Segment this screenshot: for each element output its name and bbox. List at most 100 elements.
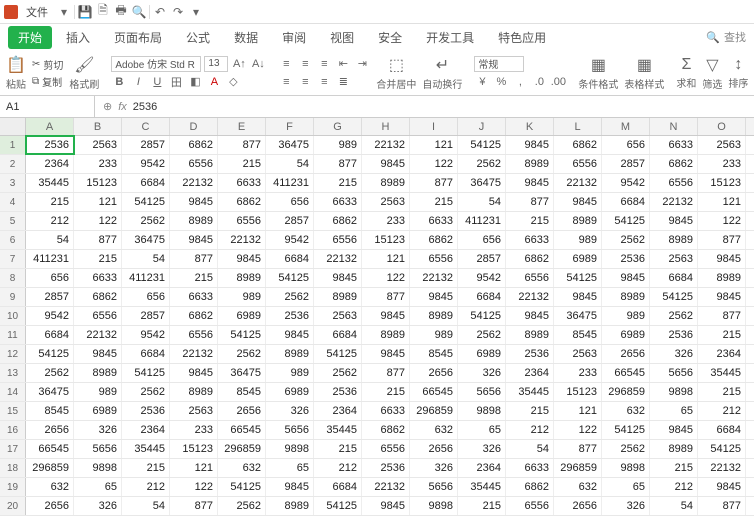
cell[interactable]: 22132 (362, 478, 410, 496)
cell[interactable]: 326 (74, 497, 122, 515)
cell[interactable]: 989 (314, 136, 362, 154)
cell[interactable]: 22132 (506, 288, 554, 306)
cell[interactable]: 8989 (218, 269, 266, 287)
sum-button[interactable]: Σ求和 (676, 56, 696, 90)
cell[interactable]: 215 (74, 250, 122, 268)
cell[interactable]: 2656 (602, 345, 650, 363)
cell[interactable]: 6862 (362, 421, 410, 439)
cell[interactable]: 122 (362, 269, 410, 287)
paste-button[interactable]: 📋粘贴 (6, 55, 26, 91)
cell[interactable]: 2857 (266, 212, 314, 230)
cell[interactable]: 233 (362, 212, 410, 230)
cell[interactable]: 8989 (410, 307, 458, 325)
cell[interactable]: 15123 (74, 174, 122, 192)
cell[interactable]: 9845 (410, 288, 458, 306)
cell[interactable]: 35445 (26, 174, 74, 192)
cell[interactable]: 6862 (170, 307, 218, 325)
cell[interactable]: 6684 (122, 174, 170, 192)
merge-button[interactable]: ⬚合并居中 (376, 55, 416, 91)
cell[interactable]: 9845 (506, 174, 554, 192)
cell[interactable]: 9845 (362, 345, 410, 363)
cell[interactable]: 65 (458, 421, 506, 439)
cell[interactable]: 6556 (170, 326, 218, 344)
cell[interactable]: 54125 (218, 478, 266, 496)
cell[interactable]: 54125 (554, 269, 602, 287)
cell[interactable]: 2536 (314, 383, 362, 401)
cell[interactable]: 212 (698, 402, 746, 420)
cell[interactable]: 233 (74, 155, 122, 173)
cell[interactable]: 22132 (74, 326, 122, 344)
cell[interactable]: 35445 (458, 478, 506, 496)
cell[interactable]: 66545 (26, 440, 74, 458)
cell[interactable]: 54125 (458, 136, 506, 154)
col-head-O[interactable]: O (698, 118, 746, 135)
cell[interactable]: 121 (74, 193, 122, 211)
cell[interactable]: 8989 (362, 326, 410, 344)
cell[interactable]: 877 (698, 497, 746, 515)
cell[interactable]: 6989 (266, 383, 314, 401)
sort-button[interactable]: ↕排序 (728, 56, 748, 90)
cell[interactable]: 326 (458, 440, 506, 458)
cell[interactable]: 989 (266, 364, 314, 382)
cell[interactable]: 6556 (170, 155, 218, 173)
cell[interactable]: 6862 (506, 478, 554, 496)
align-mid-icon[interactable]: ≡ (297, 56, 313, 72)
cell[interactable]: 411231 (458, 212, 506, 230)
cell[interactable]: 9845 (602, 269, 650, 287)
cell[interactable]: 2536 (362, 459, 410, 477)
cell[interactable]: 22132 (218, 231, 266, 249)
col-head-K[interactable]: K (506, 118, 554, 135)
preview-icon[interactable]: 🔍 (131, 4, 147, 20)
cell[interactable]: 2563 (698, 136, 746, 154)
cell[interactable]: 2656 (26, 497, 74, 515)
col-head-A[interactable]: A (26, 118, 74, 135)
cell[interactable]: 8989 (314, 288, 362, 306)
cell[interactable]: 6633 (362, 402, 410, 420)
cell[interactable]: 5656 (650, 364, 698, 382)
row-head[interactable]: 3 (0, 174, 26, 192)
cell[interactable]: 411231 (26, 250, 74, 268)
filter-button[interactable]: ▽筛选 (702, 55, 722, 91)
cell[interactable]: 877 (698, 307, 746, 325)
row-head[interactable]: 18 (0, 459, 26, 477)
cell[interactable]: 632 (218, 459, 266, 477)
cell[interactable]: 2562 (266, 288, 314, 306)
cell[interactable]: 215 (122, 459, 170, 477)
row-head[interactable]: 8 (0, 269, 26, 287)
cell[interactable]: 215 (698, 383, 746, 401)
cell[interactable]: 54125 (218, 326, 266, 344)
cell[interactable]: 215 (458, 497, 506, 515)
cell[interactable]: 6633 (410, 212, 458, 230)
cell[interactable]: 66545 (410, 383, 458, 401)
cell[interactable]: 9845 (698, 478, 746, 496)
cell[interactable]: 9845 (218, 250, 266, 268)
format-painter-button[interactable]: 🖌格式刷 (69, 55, 99, 91)
cell[interactable]: 9845 (266, 326, 314, 344)
cell[interactable]: 9898 (650, 383, 698, 401)
cell[interactable]: 9542 (26, 307, 74, 325)
row-head[interactable]: 16 (0, 421, 26, 439)
cell[interactable]: 6989 (74, 402, 122, 420)
cell[interactable]: 2563 (650, 250, 698, 268)
cell[interactable]: 296859 (554, 459, 602, 477)
cell[interactable]: 2562 (602, 440, 650, 458)
cell[interactable]: 877 (170, 250, 218, 268)
cell[interactable]: 6684 (650, 269, 698, 287)
cell[interactable]: 8989 (266, 345, 314, 363)
cell[interactable]: 877 (74, 231, 122, 249)
select-all-corner[interactable] (0, 118, 26, 135)
cell[interactable]: 6862 (506, 250, 554, 268)
cell[interactable]: 6684 (26, 326, 74, 344)
justify-icon[interactable]: ≣ (335, 74, 351, 90)
cell[interactable]: 9845 (362, 497, 410, 515)
cell[interactable]: 2656 (410, 364, 458, 382)
cell[interactable]: 22132 (554, 174, 602, 192)
cell[interactable]: 877 (506, 193, 554, 211)
cell[interactable]: 2656 (26, 421, 74, 439)
cell[interactable]: 9845 (170, 364, 218, 382)
align-top-icon[interactable]: ≡ (278, 56, 294, 72)
cell[interactable]: 2562 (650, 307, 698, 325)
row-head[interactable]: 12 (0, 345, 26, 363)
cell[interactable]: 8545 (554, 326, 602, 344)
cell[interactable]: 656 (458, 231, 506, 249)
